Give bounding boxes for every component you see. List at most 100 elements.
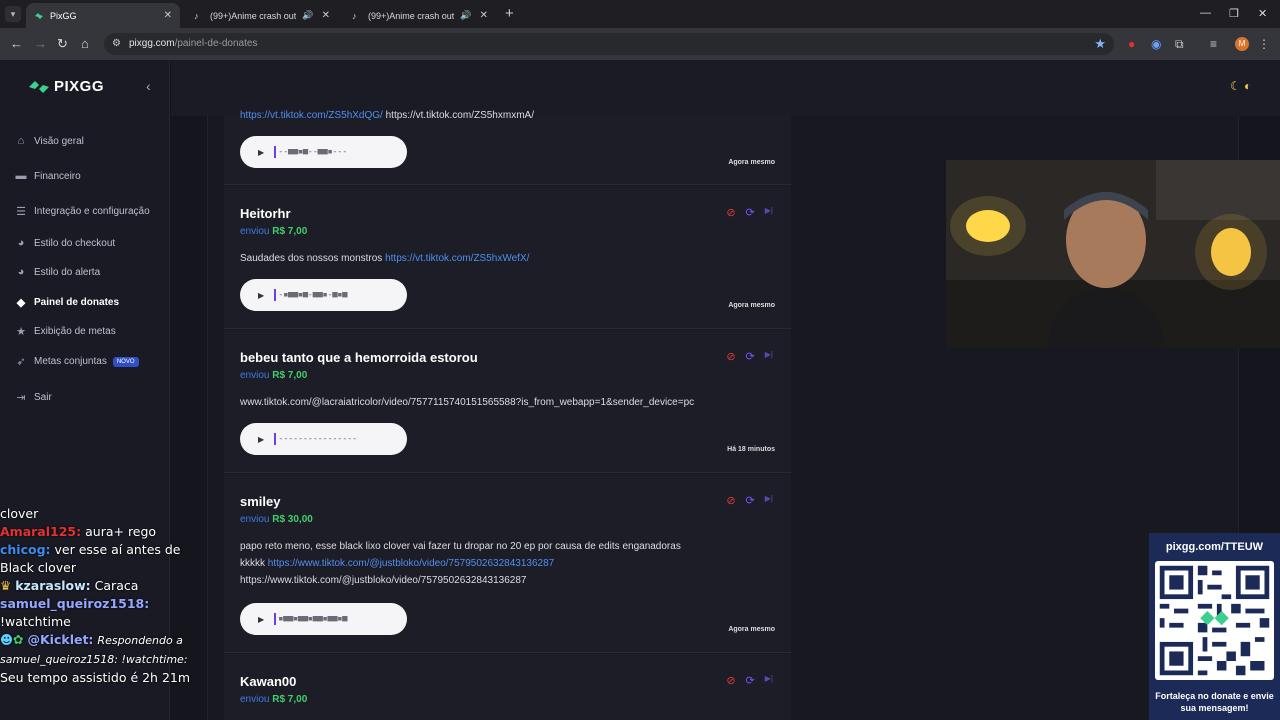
media-icon[interactable]: ≡ xyxy=(1210,37,1217,51)
audio-player[interactable]: ▶ -▪■■▪■-■■▪-■▪■ xyxy=(240,279,407,311)
extension-icon[interactable]: ◉ xyxy=(1151,37,1161,51)
block-icon[interactable]: ⊘ xyxy=(726,674,735,687)
back-icon[interactable]: ← xyxy=(10,36,23,51)
playhead xyxy=(274,146,277,158)
audio-player[interactable]: ▶ ▪■■▪■■▪■■▪■■▪■ xyxy=(240,603,407,635)
bookmark-star-icon[interactable]: ★ xyxy=(1094,36,1106,52)
sidebar-item-exibicao-metas[interactable]: ★ Exibição de metas xyxy=(14,325,116,338)
sidebar-item-label: Estilo do checkout xyxy=(34,237,116,249)
play-icon[interactable]: ▶ xyxy=(258,148,264,157)
sidebar-item-label: Estilo do alerta xyxy=(34,266,101,278)
donor-name: Kawan00 xyxy=(240,674,297,689)
crown-icon: ♛ xyxy=(0,578,12,593)
webcam-scene xyxy=(946,160,1280,348)
home-icon: ⌂ xyxy=(17,135,25,147)
sidebar-item-label: Visão geral xyxy=(34,135,84,147)
waveform[interactable]: ---------------- xyxy=(278,434,357,444)
block-icon[interactable]: ⊘ xyxy=(726,494,735,507)
list-icon: ☰ xyxy=(16,206,26,218)
audio-icon[interactable]: 🔊 xyxy=(302,10,313,21)
donation-amount: R$ 7,00 xyxy=(272,694,308,705)
chat-message: ♛ kzaraslow: Caraca xyxy=(0,578,139,593)
donor-name: bebeu tanto que a hemorroida estorou xyxy=(240,350,478,365)
sidebar-item-label: Exibição de metas xyxy=(34,326,116,337)
extension-icon[interactable]: ● xyxy=(1128,37,1135,51)
stream-chat-overlay: clover Amaral125: aura+ rego chicog: ver… xyxy=(0,505,205,687)
skip-icon[interactable]: ▶| xyxy=(765,350,773,363)
replay-icon[interactable]: ⟳ xyxy=(746,494,755,507)
sidebar-item-painel-donates[interactable]: ◆ Painel de donates xyxy=(14,296,119,309)
audio-player[interactable]: ▶ --■■▪■--■■▪--- xyxy=(240,136,407,168)
audio-icon[interactable]: 🔊 xyxy=(460,10,471,21)
collapse-sidebar-icon[interactable]: ‹ xyxy=(146,78,151,94)
waveform[interactable]: ▪■■▪■■▪■■▪■■▪■ xyxy=(278,614,347,624)
sidebar-item-estilo-alerta[interactable]: ◕ Estilo do alerta xyxy=(14,266,100,278)
donation-amount: R$ 7,00 xyxy=(272,226,308,237)
block-icon[interactable]: ⊘ xyxy=(726,206,735,219)
tab-title: (99+)Anime crash outs are xyxy=(210,10,297,21)
message-link[interactable]: https://www.tiktok.com/@justbloko/video/… xyxy=(268,558,554,569)
close-icon[interactable]: ✕ xyxy=(164,10,172,21)
sidebar-item-label: Sair xyxy=(34,392,52,403)
skip-icon[interactable]: ▶| xyxy=(765,494,773,507)
browser-tab-bar: ▾ PixGG ✕ ♪ (99+)Anime crash outs are 🔊 … xyxy=(0,0,1280,28)
sidebar-item-financeiro[interactable]: ▬ Financeiro xyxy=(14,170,81,182)
tab-tiktok-1[interactable]: ♪ (99+)Anime crash outs are 🔊 ✕ xyxy=(186,3,338,28)
replay-icon[interactable]: ⟳ xyxy=(746,674,755,687)
block-icon[interactable]: ⊘ xyxy=(726,350,735,363)
new-badge: NOVO xyxy=(112,356,139,367)
message-link[interactable]: https://vt.tiktok.com/ZS5hXdQG/ xyxy=(240,110,383,121)
replay-icon[interactable]: ⟳ xyxy=(746,350,755,363)
minimize-icon[interactable]: — xyxy=(1200,7,1211,19)
pixgg-logo-icon xyxy=(29,80,49,93)
menu-kebab-icon[interactable]: ⋮ xyxy=(1258,37,1270,51)
theme-toggle-icon[interactable]: ☾ ◐ xyxy=(1230,79,1251,93)
waveform[interactable]: -▪■■▪■-■■▪-■▪■ xyxy=(278,290,347,300)
tab-pixgg[interactable]: PixGG ✕ xyxy=(26,3,180,28)
sidebar-item-integracao[interactable]: ☰ Integração e configuração xyxy=(14,205,150,218)
chat-username: Amaral125: xyxy=(0,524,82,539)
replay-icon[interactable]: ⟳ xyxy=(746,206,755,219)
play-icon[interactable]: ▶ xyxy=(258,291,264,300)
tab-tiktok-2[interactable]: ♪ (99+)Anime crash outs are 🔊 ✕ xyxy=(344,3,496,28)
sidebar-item-metas-conjuntas[interactable]: ➶ Metas conjuntas NOVO xyxy=(14,355,139,368)
chat-message: samuel_queiroz1518: !watchtime xyxy=(0,596,150,629)
play-icon[interactable]: ▶ xyxy=(258,615,264,624)
reload-icon[interactable]: ↻ xyxy=(57,36,68,52)
layers-icon: ◆ xyxy=(16,297,26,309)
skip-icon[interactable]: ▶| xyxy=(765,206,773,219)
close-icon[interactable]: ✕ xyxy=(480,10,488,21)
close-icon[interactable]: ✕ xyxy=(322,10,330,21)
chat-message: ☻✿ @Kicklet: Respondendo a samuel_queiro… xyxy=(0,632,191,685)
donation-card: bebeu tanto que a hemorroida estorou env… xyxy=(224,330,791,473)
message-link[interactable]: https://vt.tiktok.com/ZS5hxWefX/ xyxy=(385,253,529,264)
brand-logo[interactable]: PIXGG xyxy=(28,78,104,95)
qr-code-icon xyxy=(1159,565,1270,676)
play-icon[interactable]: ▶ xyxy=(258,435,264,444)
home-icon[interactable]: ⌂ xyxy=(81,36,89,51)
sidebar-item-visao-geral[interactable]: ⌂ Visão geral xyxy=(14,135,84,147)
palette-icon: ◕ xyxy=(17,266,25,278)
puzzle-icon[interactable]: ⧉ xyxy=(1175,37,1184,52)
restore-icon[interactable]: ❐ xyxy=(1229,7,1239,20)
skip-icon[interactable]: ▶| xyxy=(765,674,773,687)
profile-avatar[interactable]: M xyxy=(1235,37,1249,51)
playhead xyxy=(274,289,277,301)
forward-icon[interactable]: → xyxy=(34,36,47,51)
sidebar-item-sair[interactable]: ⇥ Sair xyxy=(14,391,52,404)
sidebar-item-label: Metas conjuntas xyxy=(34,356,107,367)
badge-icon: ✿ xyxy=(13,632,24,647)
waveform[interactable]: --■■▪■--■■▪--- xyxy=(278,147,347,157)
qr-code xyxy=(1155,561,1274,680)
qr-donation-overlay: pixgg.com/TTEUW Fortaleça no donate e en… xyxy=(1149,533,1280,720)
sidebar-item-estilo-checkout[interactable]: ◕ Estilo do checkout xyxy=(14,237,116,249)
new-tab-button[interactable]: + xyxy=(505,5,514,22)
audio-player[interactable]: ▶ ---------------- xyxy=(240,423,407,455)
close-window-icon[interactable]: ✕ xyxy=(1258,7,1267,20)
donation-time: Agora mesmo xyxy=(728,302,775,309)
url-field[interactable]: ⚙ pixgg.com/painel-de-donates ★ xyxy=(104,33,1114,55)
donor-name: Heitorhr xyxy=(240,206,291,221)
tab-search-icon[interactable]: ▾ xyxy=(5,6,21,22)
site-info-icon[interactable]: ⚙ xyxy=(112,38,121,49)
chat-message: chicog: ver esse aí antes de Black clove… xyxy=(0,542,181,575)
